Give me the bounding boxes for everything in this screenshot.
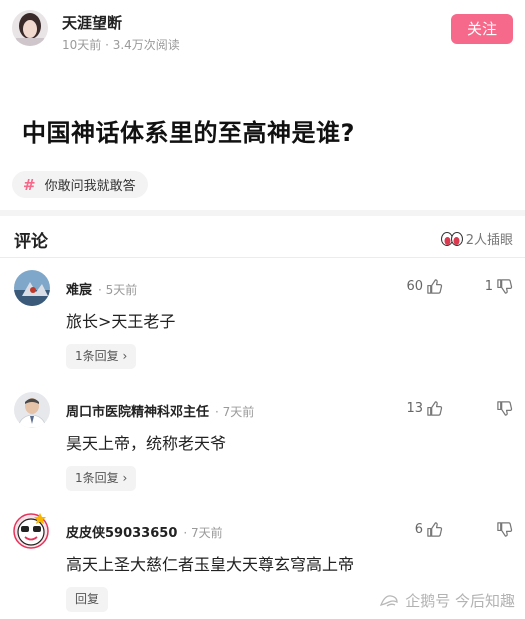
commenter-name[interactable]: 周口市医院精神科邓主任 · 7天前 xyxy=(66,401,254,420)
dislike-count: 1 xyxy=(484,279,493,294)
insert-eye-info[interactable]: 2人插眼 xyxy=(440,229,513,248)
thumbs-up-icon xyxy=(427,401,443,416)
like-button[interactable]: 60 xyxy=(406,278,443,295)
follow-button[interactable]: 关注 xyxy=(451,14,513,44)
thumbs-down-icon xyxy=(497,522,513,537)
dislike-button[interactable]: 1 xyxy=(485,278,513,295)
watermark-text: 企鹅号 今后知趣 xyxy=(405,592,515,610)
comments-header: 评论 2人插眼 xyxy=(0,216,525,258)
author-name[interactable]: 天涯望断 xyxy=(62,12,122,33)
topic-label: 你敢问我就敢答 xyxy=(44,179,136,194)
thumbs-up-icon xyxy=(427,279,443,294)
like-count: 60 xyxy=(406,279,423,294)
question-title: 中国神话体系里的至高神是谁? xyxy=(22,119,355,147)
thumbs-up-icon xyxy=(427,522,443,537)
like-count: 13 xyxy=(406,401,423,416)
topic-tag[interactable]: # 你敢问我就敢答 xyxy=(12,171,148,198)
view-replies-button[interactable]: 1条回复 › xyxy=(66,344,137,369)
hash-icon: # xyxy=(23,175,36,194)
commenter-avatar[interactable] xyxy=(14,270,50,306)
like-button[interactable]: 13 xyxy=(406,400,443,417)
like-count: 6 xyxy=(414,522,423,537)
insert-info-label: 2人插眼 xyxy=(465,233,513,248)
comments-title: 评论 xyxy=(14,232,48,252)
commenter-avatar[interactable] xyxy=(14,392,50,428)
dislike-button[interactable] xyxy=(493,521,513,538)
eyes-icon xyxy=(440,231,463,246)
commenter-name[interactable]: 难宸 · 5天前 xyxy=(66,279,137,298)
comment-text: 昊天上帝，统称老天爷 xyxy=(66,434,227,453)
penguin-logo-icon xyxy=(380,594,398,607)
thumbs-down-icon xyxy=(497,279,513,294)
commenter-name-text: 周口市医院精神科邓主任 xyxy=(66,405,210,420)
commenter-name-text: 皮皮侠59033650 xyxy=(66,526,178,541)
watermark: 企鹅号 今后知趣 xyxy=(379,590,515,611)
view-replies-button[interactable]: 1条回复 › xyxy=(66,466,137,491)
comment-time: · 7天前 xyxy=(215,405,255,419)
comment-text: 高天上圣大慈仁者玉皇大天尊玄穹高上帝 xyxy=(66,555,355,574)
comment-time: · 7天前 xyxy=(183,526,223,540)
author-header: 天涯望断 10天前 · 3.4万次阅读 关注 xyxy=(12,10,513,56)
comment-time: · 5天前 xyxy=(98,283,138,297)
thumbs-down-icon xyxy=(497,401,513,416)
dislike-button[interactable] xyxy=(493,400,513,417)
comment-text: 旅长>天王老子 xyxy=(66,312,176,331)
post-meta: 10天前 · 3.4万次阅读 xyxy=(62,38,180,52)
commenter-name[interactable]: 皮皮侠59033650 · 7天前 xyxy=(66,522,223,541)
commenter-name-text: 难宸 xyxy=(66,283,93,298)
like-button[interactable]: 6 xyxy=(415,521,443,538)
commenter-avatar[interactable] xyxy=(10,509,52,551)
author-avatar[interactable] xyxy=(12,10,48,46)
reply-button[interactable]: 回复 xyxy=(66,587,109,612)
